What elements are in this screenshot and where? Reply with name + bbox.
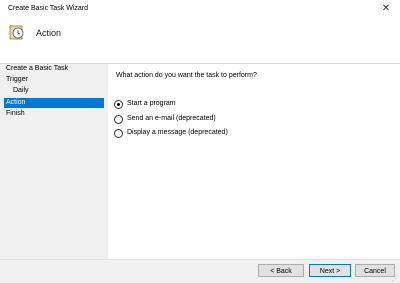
- wizard-window: Create Basic Task Wizard ✕ Action Create…: [0, 0, 400, 283]
- option-display-message[interactable]: Display a message (deprecated): [114, 127, 228, 139]
- radio-button[interactable]: [114, 128, 123, 138]
- step-daily[interactable]: Daily: [13, 86, 106, 96]
- close-button[interactable]: ✕: [372, 0, 400, 18]
- option-label: Send an e-mail (deprecated): [127, 115, 216, 122]
- window-title: Create Basic Task Wizard: [8, 5, 89, 12]
- step-label: Action: [6, 99, 26, 106]
- back-button-label: < Back: [270, 268, 292, 275]
- option-start-program[interactable]: Start a program: [114, 98, 176, 110]
- step-label: Create a Basic Task: [6, 65, 69, 72]
- back-button[interactable]: < Back: [258, 264, 304, 277]
- task-scheduler-icon: [9, 25, 24, 40]
- cancel-button[interactable]: Cancel: [355, 264, 395, 277]
- resize-grip-icon[interactable]: ⋰: [392, 275, 398, 282]
- page-title: Action: [36, 28, 62, 38]
- option-label: Display a message (deprecated): [127, 129, 228, 136]
- radio-button[interactable]: [114, 99, 123, 109]
- cancel-button-label: Cancel: [364, 268, 386, 275]
- action-question: What action do you want the task to perf…: [116, 72, 257, 79]
- wizard-footer: < Back Next > Cancel ⋰: [0, 259, 400, 283]
- radio-button[interactable]: [114, 114, 123, 124]
- step-label: Finish: [6, 110, 25, 117]
- close-icon: ✕: [381, 3, 391, 14]
- step-action[interactable]: Action: [4, 98, 104, 108]
- step-trigger[interactable]: Trigger: [6, 75, 106, 85]
- step-finish[interactable]: Finish: [6, 109, 106, 119]
- wizard-steps-sidebar: Create a Basic Task Trigger Daily Action…: [0, 64, 108, 259]
- step-label: Daily: [13, 87, 29, 94]
- next-button[interactable]: Next >: [309, 264, 351, 277]
- option-label: Start a program: [127, 100, 176, 107]
- wizard-content: What action do you want the task to perf…: [108, 64, 400, 259]
- step-create-basic-task[interactable]: Create a Basic Task: [6, 64, 106, 74]
- next-button-label: Next >: [319, 268, 341, 275]
- wizard-header: Action: [0, 18, 400, 63]
- option-send-email[interactable]: Send an e-mail (deprecated): [114, 113, 216, 125]
- step-label: Trigger: [6, 76, 28, 83]
- title-bar: Create Basic Task Wizard ✕: [0, 0, 400, 18]
